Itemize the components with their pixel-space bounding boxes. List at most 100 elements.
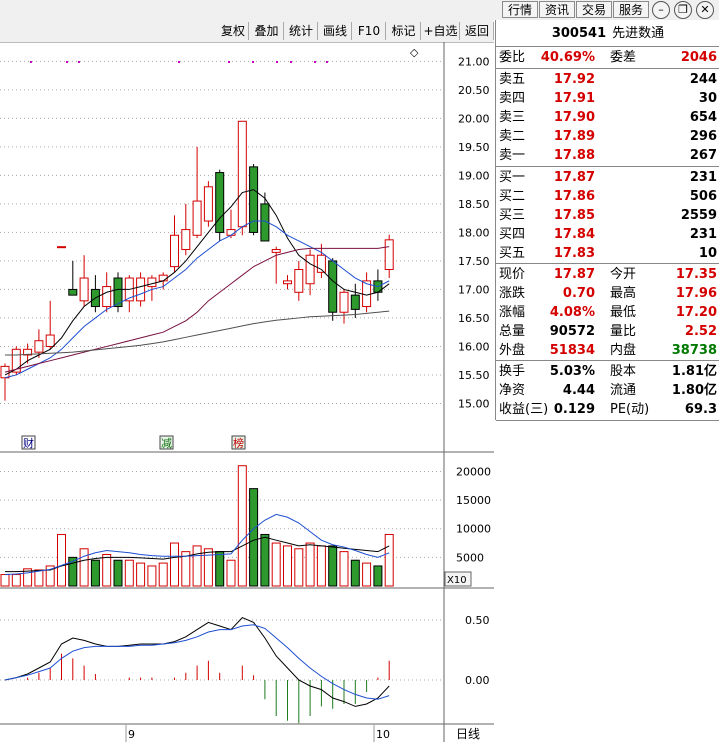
toolbar-button-3[interactable]: 画线: [319, 22, 352, 40]
toolbar-button-4[interactable]: F10: [353, 22, 386, 40]
candle-body: [339, 291, 349, 313]
candle-body: [350, 294, 360, 310]
toolbar-button-2[interactable]: 统计: [285, 22, 318, 40]
stat-label: 股本: [610, 364, 637, 379]
bid-row: 买二 17.86 506: [496, 187, 719, 206]
volume-bar: [294, 548, 304, 587]
candle-body: [102, 286, 112, 308]
ask-label: 卖一: [499, 148, 526, 163]
candle-body: [237, 120, 247, 228]
stat-value: 0.70: [562, 286, 595, 301]
stat-value: 69.3: [684, 402, 717, 417]
bid-label: 买四: [499, 227, 526, 242]
candle-body: [192, 200, 202, 236]
ask-label: 卖三: [499, 110, 526, 125]
price-tick-label: 16.50: [458, 312, 490, 325]
volume-bar: [170, 542, 179, 587]
x-axis-label: 10: [376, 728, 390, 741]
candle-body: [271, 249, 281, 253]
stat-label: 内盘: [610, 343, 637, 358]
close-icon[interactable]: ✕: [696, 1, 714, 19]
menu-0[interactable]: 行情: [502, 1, 538, 18]
weicha-value: 2046: [680, 50, 717, 65]
candle-body: [283, 280, 292, 285]
restore-icon[interactable]: ❐: [674, 1, 692, 19]
bid-row: 买四 17.84 231: [496, 225, 719, 244]
volume-tick-label: 5000: [456, 551, 484, 564]
menu-1[interactable]: 资讯: [539, 1, 575, 18]
ask-volume: 296: [689, 129, 717, 144]
ask-volume: 244: [689, 72, 717, 87]
stat-value: 0.129: [553, 402, 595, 417]
ask-row: 卖五 17.92 244: [496, 70, 719, 89]
stat-value: 4.44: [562, 383, 595, 398]
volume-bar: [11, 574, 21, 587]
volume-bar: [79, 548, 89, 587]
toolbar-button-7[interactable]: 返回: [461, 22, 494, 40]
toolbar-button-6[interactable]: +自选: [422, 22, 460, 40]
ask-row: 卖一 17.88 267: [496, 146, 719, 165]
price-tick-label: 18.50: [458, 198, 490, 211]
volume-bar: [339, 551, 349, 587]
stat-value: 2.52: [684, 324, 717, 339]
event-marker-label: 财: [23, 436, 34, 450]
volume-bar: [34, 569, 44, 587]
event-marker[interactable]: 榜: [231, 435, 246, 450]
ask-price: 17.90: [553, 110, 595, 125]
volume-bar: [271, 542, 281, 587]
macd-line: [4, 624, 390, 700]
candle-body: [226, 229, 236, 236]
price-tick-label: 15.00: [458, 397, 490, 410]
volume-bar: [102, 554, 112, 587]
price-tick-label: 17.00: [458, 283, 490, 296]
volume-bar: [0, 574, 10, 587]
bid-label: 买一: [499, 170, 526, 185]
volume-bar: [249, 488, 259, 587]
toolbar-button-1[interactable]: 叠加: [250, 22, 284, 40]
volume-bar: [305, 542, 315, 587]
bid-row: 买五 17.83 10: [496, 244, 719, 263]
bid-price: 17.84: [553, 227, 595, 242]
bid-label: 买五: [499, 246, 526, 261]
bid-label: 买三: [499, 208, 526, 223]
event-marker-label: 减: [161, 437, 172, 450]
signal-dot: [314, 61, 316, 63]
signal-dot: [66, 61, 68, 63]
ask-volume: 30: [698, 91, 717, 106]
stat-label: 最高: [610, 286, 637, 301]
bid-price: 17.86: [553, 189, 595, 204]
bid-volume: 506: [689, 189, 717, 204]
signal-dot: [252, 61, 254, 63]
diamond-icon[interactable]: ◇: [410, 46, 419, 59]
bid-row: 买三 17.85 2559: [496, 206, 719, 225]
event-marker-label: 榜: [233, 436, 244, 450]
stat-label: 最低: [610, 305, 637, 320]
event-marker[interactable]: 财: [21, 435, 36, 450]
menu-3[interactable]: 服务: [613, 1, 649, 18]
volume-bar: [260, 533, 270, 587]
minimize-icon[interactable]: –: [652, 1, 670, 19]
candle-body: [384, 239, 394, 270]
volume-tick-label: 20000: [456, 465, 491, 478]
menu-2[interactable]: 交易: [576, 1, 612, 18]
event-marker[interactable]: 减: [159, 435, 174, 450]
stat-label: 外盘: [499, 343, 526, 358]
candle-body: [45, 334, 55, 347]
toolbar-button-0[interactable]: 复权: [218, 22, 249, 40]
stat-label: 涨幅: [499, 305, 526, 320]
toolbar-button-5[interactable]: 标记: [387, 22, 421, 40]
price-tick-label: 20.50: [458, 84, 490, 97]
ask-label: 卖四: [499, 91, 526, 106]
price-tick-label: 17.50: [458, 255, 490, 268]
stat-value: 17.20: [675, 305, 717, 320]
stat-value: 90572: [549, 324, 595, 339]
volume-bar: [113, 559, 123, 587]
candle-body: [170, 234, 179, 268]
volume-bar: [57, 533, 66, 587]
volume-bar: [90, 559, 100, 587]
period-label[interactable]: 日线: [456, 727, 480, 741]
volume-bar: [316, 545, 326, 587]
volume-bar: [373, 565, 383, 587]
volume-bar: [215, 551, 225, 587]
volume-bar: [124, 559, 134, 587]
